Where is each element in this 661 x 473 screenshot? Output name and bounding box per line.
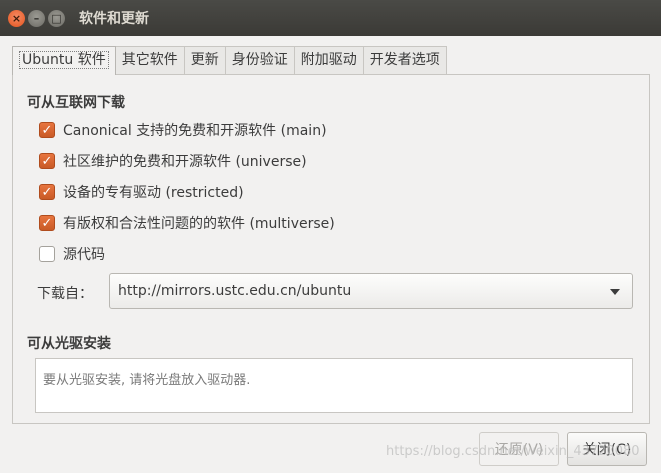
option-label: 源代码	[63, 247, 105, 263]
tab-additional-drivers[interactable]: 附加驱动	[293, 46, 364, 74]
checkbox-checked-icon[interactable]: ✓	[39, 215, 55, 231]
internet-heading: 可从互联网下载	[27, 95, 125, 111]
option-label: 社区维护的免费和开源软件 (universe)	[63, 154, 307, 170]
tab-ubuntu-software[interactable]: Ubuntu 软件	[12, 46, 116, 75]
option-main[interactable]: ✓ Canonical 支持的免费和开源软件 (main)	[39, 120, 327, 140]
download-from-label: 下载自：	[37, 286, 93, 302]
option-universe[interactable]: ✓ 社区维护的免费和开源软件 (universe)	[39, 151, 307, 171]
window-close-button[interactable]: ×	[8, 9, 25, 27]
option-label: 有版权和合法性问题的的软件 (multiverse)	[63, 216, 335, 232]
checkbox-checked-icon[interactable]: ✓	[39, 122, 55, 138]
cdrom-list: 要从光驱安装, 请将光盘放入驱动器.	[35, 358, 633, 413]
title-bar: × – □ 软件和更新	[0, 0, 661, 36]
cdrom-placeholder: 要从光驱安装, 请将光盘放入驱动器.	[43, 373, 251, 388]
option-label: 设备的专有驱动 (restricted)	[63, 185, 244, 201]
window-maximize-button[interactable]: □	[48, 9, 65, 27]
close-button[interactable]: 关闭(C)	[567, 432, 647, 466]
tab-other-software[interactable]: 其它软件	[114, 46, 185, 74]
dropdown-arrow-icon[interactable]	[610, 289, 620, 295]
option-source-code[interactable]: 源代码	[39, 244, 105, 264]
cdrom-heading: 可从光驱安装	[27, 336, 111, 352]
tab-developer-options[interactable]: 开发者选项	[362, 46, 447, 74]
tab-bar: Ubuntu 软件 其它软件 更新 身份验证 附加驱动 开发者选项	[12, 46, 447, 75]
tab-authentication[interactable]: 身份验证	[224, 46, 295, 74]
revert-button[interactable]: 还原(V)	[479, 432, 559, 466]
checkbox-checked-icon[interactable]: ✓	[39, 184, 55, 200]
tab-updates[interactable]: 更新	[183, 46, 226, 74]
download-server-select[interactable]: http://mirrors.ustc.edu.cn/ubuntu	[109, 273, 633, 309]
window-controls: × – □	[8, 9, 65, 27]
checkbox-checked-icon[interactable]: ✓	[39, 153, 55, 169]
window-minimize-button[interactable]: –	[28, 9, 45, 27]
window-title: 软件和更新	[79, 11, 149, 27]
download-server-value: http://mirrors.ustc.edu.cn/ubuntu	[118, 283, 352, 299]
option-label: Canonical 支持的免费和开源软件 (main)	[63, 123, 327, 139]
option-restricted[interactable]: ✓ 设备的专有驱动 (restricted)	[39, 182, 244, 202]
option-multiverse[interactable]: ✓ 有版权和合法性问题的的软件 (multiverse)	[39, 213, 335, 233]
tab-panel: 可从互联网下载 ✓ Canonical 支持的免费和开源软件 (main) ✓ …	[12, 74, 650, 424]
checkbox-unchecked-icon[interactable]	[39, 246, 55, 262]
